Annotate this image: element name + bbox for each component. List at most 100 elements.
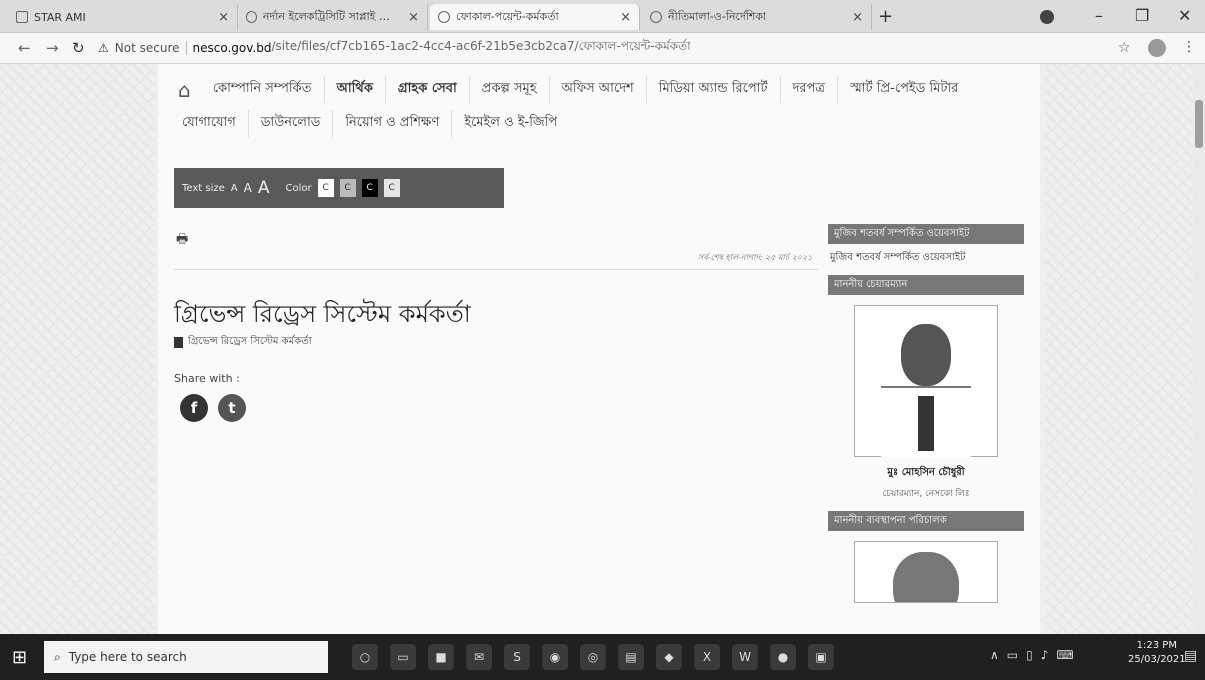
divider: [174, 269, 818, 270]
new-tab-button[interactable]: +: [878, 6, 893, 27]
search-icon: ⌕: [54, 649, 61, 664]
taskbar-search-box[interactable]: ⌕ Type here to search: [44, 641, 328, 673]
bookmark-star-icon[interactable]: ☆: [1118, 40, 1131, 56]
sidebar-heading-chairman: মাননীয় চেয়ারম্যান: [828, 275, 1024, 295]
menu-item-media-report[interactable]: মিডিয়া অ্যান্ড রিপোর্ট: [647, 76, 781, 103]
app-icon[interactable]: ■: [428, 644, 454, 670]
chairman-photo: [854, 305, 998, 458]
back-arrow-icon[interactable]: ←: [18, 39, 31, 57]
menu-item-download[interactable]: ডাউনলোড: [249, 110, 334, 137]
chrome-icon[interactable]: ◎: [580, 644, 606, 670]
menu-item-finance[interactable]: আর্থিক: [325, 76, 386, 103]
cortana-icon[interactable]: ○: [352, 644, 378, 670]
color-gray-button[interactable]: C: [339, 179, 356, 197]
menu-item-contact[interactable]: যোগাযোগ: [170, 110, 249, 137]
menu-item-customer-service[interactable]: গ্রাহক সেবা: [386, 76, 470, 103]
home-icon[interactable]: ⌂: [178, 78, 191, 102]
maximize-button[interactable]: ❐: [1135, 6, 1149, 25]
tab-nesco-home[interactable]: নর্দান ইলেকট্রিসিটি সাপ্লাই কোম্পানি ×: [238, 4, 428, 30]
mujib-website-link[interactable]: মুজিব শতবর্ষ সম্পর্কিত ওয়েবসাইট: [828, 244, 1024, 275]
tab-close-icon[interactable]: ×: [218, 10, 229, 25]
document-icon: [174, 337, 183, 348]
color-black-button[interactable]: C: [361, 179, 378, 197]
print-icon[interactable]: 🖶: [176, 230, 188, 252]
tab-star-ami[interactable]: STAR AMI ×: [8, 4, 238, 30]
main-content: ⌂ কোম্পানি সম্পর্কিত আর্থিক গ্রাহক সেবা …: [158, 64, 1040, 634]
volume-icon[interactable]: ♪: [1041, 648, 1049, 662]
app-icon[interactable]: ▤: [618, 644, 644, 670]
text-size-large-button[interactable]: A: [258, 178, 270, 198]
color-label: Color: [285, 182, 312, 194]
menu-item-company[interactable]: কোম্পানি সম্পর্কিত: [201, 76, 325, 103]
clock-date: 25/03/2021: [1128, 654, 1186, 665]
chairman-name: মুঃ মোহসিন চৌধুরী: [887, 467, 965, 478]
chairman-designation: চেয়ারম্যান, নেসকো লিঃ: [882, 489, 970, 499]
twitter-icon[interactable]: t: [218, 394, 246, 422]
forward-arrow-icon[interactable]: →: [46, 39, 59, 57]
decorative-pattern-right: [1045, 64, 1200, 634]
tab-close-icon[interactable]: ×: [620, 10, 631, 25]
decorative-pattern-left: [0, 64, 155, 634]
extension-icon[interactable]: [1040, 10, 1054, 24]
address-bar: ← → ↻ ⚠ Not secure nesco.gov.bd/site/fil…: [0, 33, 1205, 64]
not-secure-label[interactable]: Not secure: [115, 41, 187, 55]
menu-item-tender[interactable]: দরপত্র: [781, 76, 838, 103]
document-link[interactable]: গ্রিভেন্স রিড্রেস সিস্টেম কর্মকর্তা: [174, 334, 312, 351]
clock-time: 1:23 PM: [1136, 640, 1177, 651]
facebook-icon[interactable]: f: [180, 394, 208, 422]
windows-start-icon[interactable]: ⊞: [12, 647, 27, 668]
menu-kebab-icon[interactable]: ⋮: [1182, 39, 1196, 55]
battery-icon[interactable]: ▭: [1007, 648, 1018, 662]
menu-item-recruitment[interactable]: নিয়োগ ও প্রশিক্ষণ: [333, 110, 453, 137]
camera-icon[interactable]: ●: [770, 644, 796, 670]
md-photo: [854, 541, 998, 603]
menu-item-email-egp[interactable]: ইমেইল ও ই-জিপি: [452, 110, 569, 137]
url-host: nesco.gov.bd: [192, 41, 272, 55]
menu-item-office-orders[interactable]: অফিস আদেশ: [550, 76, 647, 103]
chevron-up-icon[interactable]: ∧: [990, 648, 999, 662]
document-link-label: গ্রিভেন্স রিড্রেস সিস্টেম কর্মকর্তা: [188, 336, 312, 347]
tab-label: নীতিমালা-ও-নির্দেশিকা: [668, 9, 767, 23]
accessibility-toolbar: Text size A A A Color C C C C: [174, 168, 504, 208]
page-favicon-icon: [650, 11, 662, 23]
tab-close-icon[interactable]: ×: [852, 10, 863, 25]
tab-policy[interactable]: নীতিমালা-ও-নির্দেশিকা ×: [642, 4, 872, 30]
taskbar-clock[interactable]: 1:23 PM 25/03/2021: [1128, 639, 1186, 667]
last-updated: সর্ব-শেষ হাল-নাগাদ: ২৫ মার্চ ২০২১: [698, 253, 813, 262]
text-size-small-button[interactable]: A: [231, 183, 238, 194]
skype-icon[interactable]: S: [504, 644, 530, 670]
warning-icon[interactable]: ⚠: [98, 41, 109, 55]
browser-tab-bar: STAR AMI × নর্দান ইলেকট্রিসিটি সাপ্লাই ক…: [0, 0, 1205, 33]
color-light-button[interactable]: C: [383, 179, 400, 197]
text-size-medium-button[interactable]: A: [244, 181, 252, 195]
profile-avatar[interactable]: [1148, 39, 1166, 57]
url-field[interactable]: ⚠ Not secure nesco.gov.bd/site/files/cf7…: [98, 37, 1108, 59]
menu-item-prepaid-meter[interactable]: স্মার্ট প্রি-পেইড মিটার: [838, 76, 970, 103]
task-view-icon[interactable]: ▭: [390, 644, 416, 670]
page-title: গ্রিভেন্স রিড্রেস সিস্টেম কর্মকর্তা: [174, 300, 471, 328]
page-favicon-icon: [16, 11, 28, 23]
tab-focal-point[interactable]: ফোকাল-পয়েন্ট-কর্মকর্তা ×: [430, 4, 640, 30]
page-scrollbar[interactable]: [1193, 64, 1205, 634]
word-icon[interactable]: W: [732, 644, 758, 670]
color-white-button[interactable]: C: [317, 179, 334, 197]
excel-icon[interactable]: X: [694, 644, 720, 670]
app-icon[interactable]: ◆: [656, 644, 682, 670]
scrollbar-thumb[interactable]: [1195, 100, 1203, 148]
mail-icon[interactable]: ✉: [466, 644, 492, 670]
share-buttons: f t: [180, 394, 246, 422]
reload-icon[interactable]: ↻: [72, 39, 85, 57]
minimize-button[interactable]: –: [1095, 6, 1103, 25]
app-icon[interactable]: ▣: [808, 644, 834, 670]
search-placeholder: Type here to search: [68, 650, 187, 664]
notification-icon[interactable]: ▤: [1184, 648, 1197, 664]
windows-taskbar: ⊞ ⌕ Type here to search ○ ▭ ■ ✉ S ◉ ◎ ▤ …: [0, 634, 1205, 680]
tab-label: নর্দান ইলেকট্রিসিটি সাপ্লাই কোম্পানি: [262, 9, 402, 23]
app-icon[interactable]: ◉: [542, 644, 568, 670]
close-window-button[interactable]: ✕: [1178, 6, 1191, 25]
keyboard-icon[interactable]: ⌨: [1056, 648, 1073, 662]
menu-item-projects[interactable]: প্রকল্প সমূহ: [470, 76, 550, 103]
web-page: ⌂ কোম্পানি সম্পর্কিত আর্থিক গ্রাহক সেবা …: [0, 64, 1205, 634]
network-icon[interactable]: ▯: [1026, 648, 1033, 662]
tab-close-icon[interactable]: ×: [408, 10, 419, 25]
